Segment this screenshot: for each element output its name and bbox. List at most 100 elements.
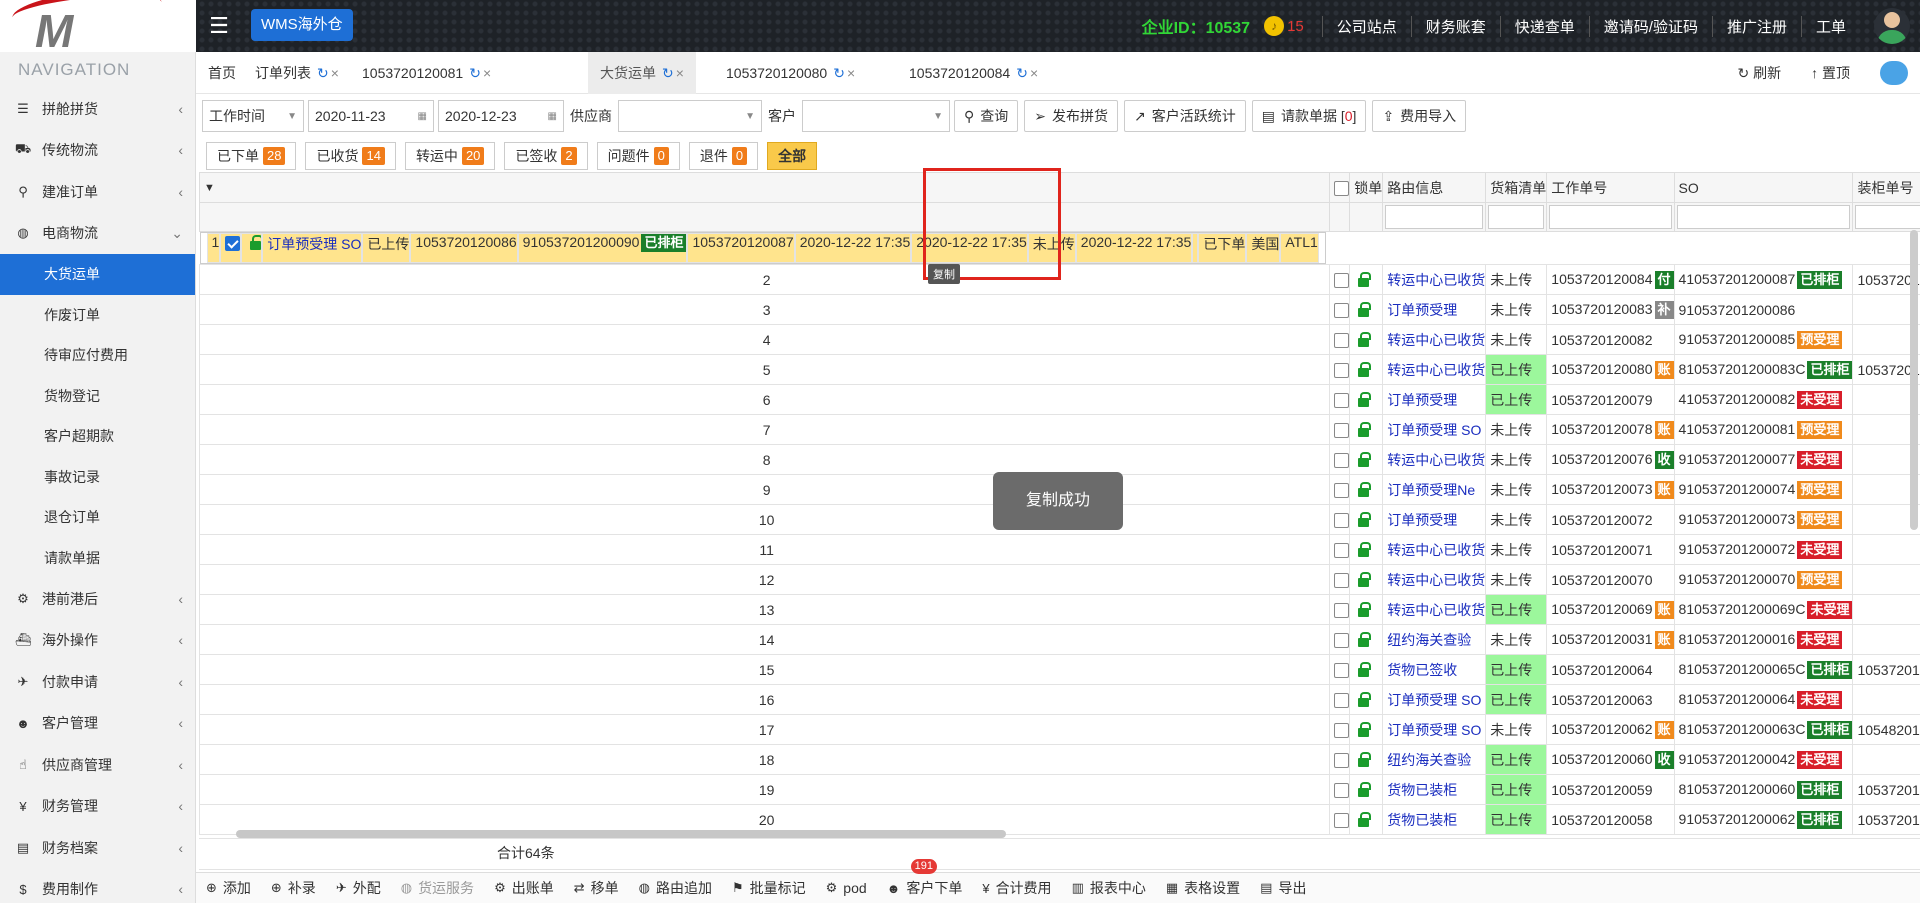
row-checkbox[interactable] (1334, 783, 1349, 798)
filter-cell[interactable] (1674, 203, 1853, 232)
bottom-action-button[interactable]: ▤导出 (1260, 878, 1306, 898)
lock-cell[interactable] (1350, 745, 1383, 775)
row-checkbox[interactable] (1334, 633, 1349, 648)
lock-cell[interactable] (1350, 805, 1383, 835)
table-row[interactable]: 11转运中心已收货未上传1053720120071910537201200072… (200, 535, 1920, 565)
row-checkbox[interactable] (1334, 483, 1349, 498)
row-checkbox-cell[interactable] (1330, 475, 1350, 505)
table-row[interactable]: 4转运中心已收货未上传1053720120082910537201200085预… (200, 325, 1920, 355)
select-all-checkbox[interactable] (1334, 181, 1349, 196)
lock-cell[interactable] (1350, 475, 1383, 505)
row-checkbox-cell[interactable] (1330, 535, 1350, 565)
lock-cell[interactable] (1350, 655, 1383, 685)
row-checkbox-cell[interactable] (1330, 505, 1350, 535)
bottom-action-button[interactable]: ▦表格设置 (1166, 878, 1240, 898)
lock-icon[interactable] (1358, 608, 1369, 617)
lock-cell[interactable] (1350, 715, 1383, 745)
link-express-query[interactable]: 快递查单 (1500, 16, 1589, 37)
fee-import-button[interactable]: ⇪费用导入 (1372, 100, 1466, 132)
select-all-header[interactable] (1330, 173, 1350, 203)
bottom-action-button[interactable]: ⚙pod (826, 880, 867, 896)
table-row[interactable]: 8转运中心已收货未上传1053720120076收910537201200077… (200, 445, 1920, 475)
cell-route[interactable]: 订单预受理 (1383, 385, 1486, 415)
status-filter-button[interactable]: 已下单28 (206, 142, 296, 170)
status-filter-button[interactable]: 全部 (767, 142, 817, 170)
lock-cell[interactable] (1350, 415, 1383, 445)
lock-cell[interactable] (1350, 685, 1383, 715)
table-row[interactable]: 3订单预受理未上传1053720120083补91053720120008620… (200, 295, 1920, 325)
link-invite-code[interactable]: 邀请码/验证码 (1589, 16, 1712, 37)
row-checkbox-cell[interactable] (1330, 355, 1350, 385)
cell-load[interactable]: 1053720120087 (687, 233, 794, 263)
lock-cell[interactable] (1350, 325, 1383, 355)
refresh-icon[interactable]: ↻ (833, 65, 845, 81)
lock-icon[interactable] (1358, 428, 1369, 437)
lock-icon[interactable] (1358, 728, 1369, 737)
supplier-select[interactable]: ▼ (618, 100, 762, 132)
user-avatar-icon[interactable] (1874, 8, 1910, 44)
lock-icon[interactable] (1358, 638, 1369, 647)
refresh-button[interactable]: ↻ 刷新 (1737, 63, 1781, 83)
cell-route[interactable]: 纽约海关查验 (1383, 745, 1486, 775)
cell-route[interactable]: 订单预受理 SO (1383, 715, 1486, 745)
lock-icon[interactable] (1358, 398, 1369, 407)
table-row[interactable]: 15货物已签收已上传1053720120064810537201200065C已… (200, 655, 1920, 685)
cell-route[interactable]: 订单预受理 SO (1383, 415, 1486, 445)
cell-route[interactable]: 转运中心已收货 (1383, 565, 1486, 595)
cell-load[interactable] (1853, 685, 1920, 715)
lock-icon[interactable] (1358, 278, 1369, 287)
cell-route[interactable]: 转运中心已收货 (1383, 355, 1486, 385)
sidebar-sub-item[interactable]: 退仓订单 (0, 497, 195, 538)
column-header[interactable]: 货箱清单 (1486, 173, 1547, 203)
bottom-action-button[interactable]: ▥报表中心 (1072, 878, 1146, 898)
lock-icon[interactable] (1358, 368, 1369, 377)
sidebar-sub-item[interactable]: 大货运单 (0, 254, 195, 295)
sidebar-item-t0[interactable]: ☰拼舱拼货‹ (0, 88, 195, 130)
column-filter-input[interactable] (1855, 205, 1920, 229)
row-checkbox[interactable] (1334, 543, 1349, 558)
sidebar-sub-item[interactable]: 事故记录 (0, 457, 195, 498)
table-row[interactable]: 17订单预受理 SO未上传1053720120062账8105372012000… (200, 715, 1920, 745)
row-checkbox-cell[interactable] (1330, 565, 1350, 595)
table-row[interactable]: 19货物已装柜已上传1053720120059810537201200060已排… (200, 775, 1920, 805)
sidebar-sub-item[interactable]: 请款单据 (0, 538, 195, 579)
lock-cell[interactable] (1350, 505, 1383, 535)
close-icon[interactable]: × (331, 65, 339, 81)
table-row[interactable]: 12转运中心已收货未上传1053720120070910537201200070… (200, 565, 1920, 595)
row-checkbox[interactable] (1334, 393, 1349, 408)
wms-badge[interactable]: WMS海外仓 (251, 9, 353, 41)
link-promo-register[interactable]: 推广注册 (1712, 16, 1801, 37)
row-checkbox-cell[interactable] (1330, 745, 1350, 775)
lock-cell[interactable] (1350, 775, 1383, 805)
lock-icon[interactable] (1358, 338, 1369, 347)
table-row[interactable]: 7订单预受理 SO未上传1053720120078账41053720120008… (200, 415, 1920, 445)
lock-icon[interactable] (1358, 458, 1369, 467)
cell-route[interactable]: 转运中心已收货 (1383, 535, 1486, 565)
row-checkbox[interactable] (1334, 453, 1349, 468)
lock-cell[interactable] (1350, 595, 1383, 625)
copy-tooltip[interactable]: 复制 (928, 264, 960, 284)
row-checkbox-cell[interactable] (1330, 265, 1350, 295)
invoice-button[interactable]: ▤请款单据 [0] (1252, 100, 1367, 132)
date-to-input[interactable]: 2020-12-23▦ (438, 100, 564, 132)
row-checkbox-cell[interactable] (1330, 715, 1350, 745)
table-row[interactable]: 6订单预受理已上传1053720120079410537201200082未受理… (200, 385, 1920, 415)
row-checkbox[interactable] (1334, 333, 1349, 348)
column-header[interactable]: 工作单号 (1547, 173, 1674, 203)
row-checkbox-cell[interactable] (1330, 325, 1350, 355)
filter-cell[interactable] (1383, 203, 1486, 232)
close-icon[interactable]: × (1030, 65, 1038, 81)
row-checkbox[interactable] (1334, 423, 1349, 438)
row-checkbox-cell[interactable] (1330, 385, 1350, 415)
status-filter-button[interactable]: 已收货14 (305, 142, 395, 170)
customer-select[interactable]: ▼ (802, 100, 950, 132)
cell-load[interactable] (1853, 625, 1920, 655)
row-checkbox-cell[interactable] (1330, 805, 1350, 835)
bottom-action-button[interactable]: ◍路由追加 (639, 878, 712, 898)
row-checkbox[interactable] (1334, 753, 1349, 768)
status-filter-button[interactable]: 已签收2 (504, 142, 587, 170)
bell-icon[interactable]: ♪ (1264, 16, 1284, 36)
row-checkbox-cell[interactable] (1330, 775, 1350, 805)
sidebar-item-t1[interactable]: ⛟传统物流‹ (0, 130, 195, 172)
row-checkbox[interactable] (225, 236, 240, 251)
